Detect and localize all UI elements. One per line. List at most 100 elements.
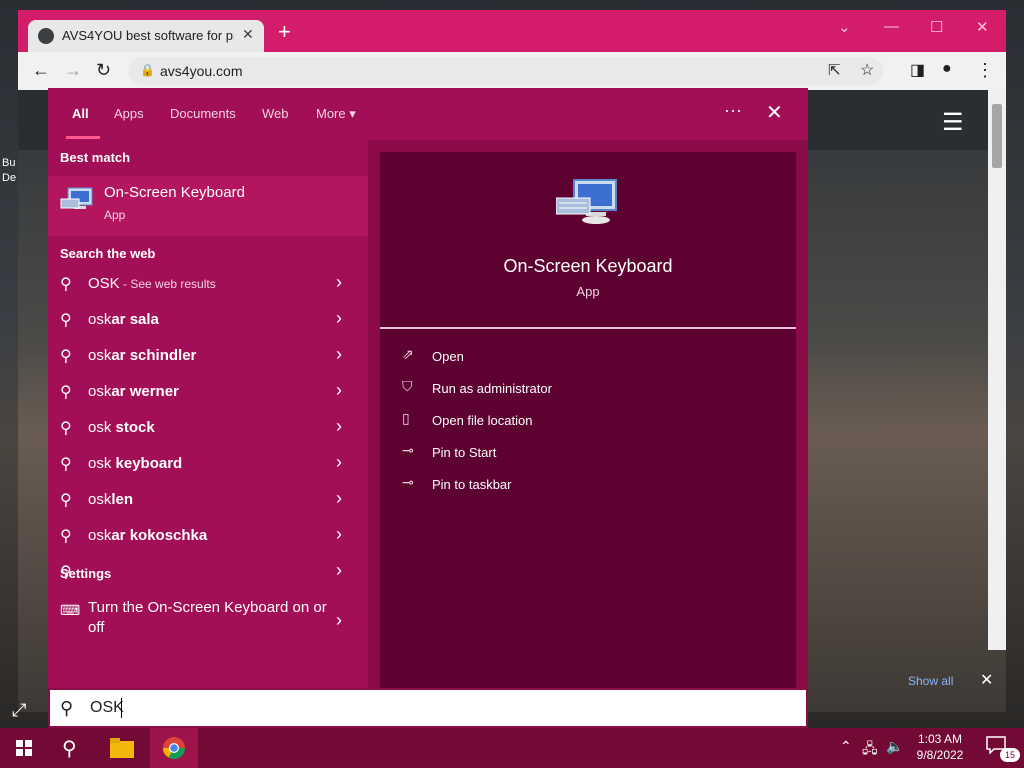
resize-icon: ⤢ (12, 700, 27, 720)
taskbar-search-button[interactable]: ⚲ (48, 728, 96, 768)
address-bar[interactable]: 🔒 avs4you.com ⇱ ☆ (128, 57, 883, 85)
chevron-right-icon[interactable]: › (336, 524, 342, 545)
globe-icon (38, 28, 54, 44)
search-icon: ⚲ (60, 698, 74, 718)
web-result[interactable]: ⚲ osklen › (48, 482, 368, 518)
browser-tab[interactable]: AVS4YOU best software for proc ✕ (28, 20, 264, 52)
close-window-button[interactable]: ✕ (976, 18, 989, 36)
search-icon: ⚲ (60, 456, 72, 473)
scrollbar-thumb[interactable] (992, 104, 1002, 168)
downloads-close-icon[interactable]: ✕ (980, 670, 993, 690)
profile-icon[interactable]: ● (942, 60, 952, 78)
close-search-icon[interactable]: ✕ (766, 100, 783, 125)
chevron-right-icon[interactable]: › (336, 272, 342, 293)
tab-close-button[interactable]: ✕ (242, 26, 254, 43)
taskbar: ⚲ ⌃ 🖧 🔈 1:03 AM 9/8/2022 15 (0, 728, 1024, 768)
chevron-right-icon[interactable]: › (336, 488, 342, 509)
chevron-up-icon[interactable]: ⌃ (840, 738, 852, 755)
volume-icon[interactable]: 🔈 (886, 738, 903, 755)
page-scrollbar[interactable] (988, 90, 1006, 650)
search-icon: ⚲ (60, 384, 72, 401)
network-icon[interactable]: 🖧 (862, 738, 878, 762)
web-result[interactable]: ⚲ oskar werner › (48, 374, 368, 410)
search-input[interactable]: ⚲ OSK (50, 690, 806, 726)
tab-more[interactable]: More ▾ (316, 106, 356, 122)
back-icon[interactable]: ← (32, 60, 50, 81)
chrome-button[interactable] (150, 728, 198, 768)
chevron-down-icon: ▾ (349, 106, 356, 121)
web-result[interactable]: ⚲ oskar kokoschka › (48, 518, 368, 554)
chevron-right-icon[interactable]: › (336, 452, 342, 473)
title-bar[interactable]: AVS4YOU best software for proc ✕ + ⌄ — ☐… (18, 10, 1006, 52)
reload-icon[interactable]: ↻ (96, 60, 111, 81)
text-cursor (121, 698, 122, 718)
tab-search-icon[interactable]: ⌄ (838, 18, 851, 36)
bookmark-star-icon[interactable]: ☆ (860, 60, 874, 80)
search-icon: ⚲ (60, 420, 72, 437)
web-result[interactable]: ⚲ OSK - See web results › (48, 266, 368, 302)
downloads-show-all-link[interactable]: Show all (908, 674, 953, 688)
windows-icon (16, 740, 32, 756)
best-match-name: On-Screen Keyboard (104, 184, 245, 201)
search-icon: ⚲ (60, 348, 72, 365)
chevron-right-icon[interactable]: › (336, 308, 342, 329)
settings-result[interactable]: ⌨ Turn the On-Screen Keyboard on or off … (48, 598, 368, 646)
url-text: avs4you.com (160, 63, 243, 79)
action-run-as-admin[interactable]: ⛉ Run as administrator (402, 376, 782, 402)
file-explorer-button[interactable] (98, 728, 146, 768)
chevron-right-icon[interactable]: › (336, 610, 342, 631)
search-icon: ⚲ (60, 528, 72, 545)
pin-icon: ⊸ (402, 474, 414, 490)
more-options-icon[interactable]: ··· (724, 100, 742, 121)
start-search-panel: All Apps Documents Web More ▾ ··· ✕ Best… (48, 88, 808, 728)
settings-result-label: Turn the On-Screen Keyboard on or off (88, 599, 327, 636)
clock-date: 9/8/2022 (916, 748, 964, 762)
file-icon: ▯ (402, 410, 410, 426)
tab-title: AVS4YOU best software for proc (62, 28, 234, 43)
action-open[interactable]: ⇗ Open (402, 344, 782, 370)
tab-all[interactable]: All (72, 106, 89, 121)
lock-icon[interactable]: 🔒 (140, 63, 155, 77)
chevron-right-icon[interactable]: › (336, 560, 342, 581)
web-result[interactable]: ⚲ osk keyboard › (48, 446, 368, 482)
new-tab-button[interactable]: + (278, 21, 291, 43)
notification-count-badge: 15 (1000, 748, 1020, 762)
search-icon: ⚲ (60, 312, 72, 329)
side-panel-icon[interactable]: ◨ (910, 60, 925, 80)
tab-documents[interactable]: Documents (170, 106, 236, 121)
preview-app-type: App (576, 284, 600, 299)
menu-kebab-icon[interactable]: ⋮ (976, 60, 994, 81)
share-icon[interactable]: ⇱ (828, 61, 841, 79)
on-screen-keyboard-icon (60, 187, 93, 209)
search-icon: ⚲ (60, 276, 72, 293)
keyboard-icon: ⌨ (60, 602, 81, 618)
tab-apps[interactable]: Apps (114, 106, 144, 121)
open-icon: ⇗ (402, 346, 414, 362)
desktop-icon-label[interactable]: Bu De (2, 156, 16, 186)
minimize-button[interactable]: — (884, 18, 899, 35)
action-pin-to-start[interactable]: ⊸ Pin to Start (402, 440, 782, 466)
web-result[interactable]: ⚲ oskar schindler › (48, 338, 368, 374)
web-result[interactable]: ⚲ oskar sala › (48, 302, 368, 338)
chevron-right-icon[interactable]: › (336, 416, 342, 437)
forward-icon[interactable]: → (64, 60, 82, 81)
best-match-item[interactable]: On-Screen Keyboard App (48, 176, 368, 236)
web-result[interactable]: ⚲ osk stock › (48, 410, 368, 446)
folder-icon (110, 738, 134, 758)
tab-web[interactable]: Web (262, 106, 289, 121)
best-match-header: Best match (60, 150, 131, 165)
results-column: Best match On-Screen Keyboard App Search… (48, 140, 368, 688)
preview-divider (380, 327, 796, 329)
search-icon: ⚲ (62, 738, 77, 760)
chevron-right-icon[interactable]: › (336, 344, 342, 365)
start-button[interactable] (0, 728, 48, 768)
hamburger-menu-icon[interactable]: ☰ (942, 108, 964, 137)
action-open-file-location[interactable]: ▯ Open file location (402, 408, 782, 434)
action-pin-to-taskbar[interactable]: ⊸ Pin to taskbar (402, 472, 782, 498)
chevron-right-icon[interactable]: › (336, 380, 342, 401)
preview-pane: On-Screen Keyboard App ⇗ Open ⛉ Run as a… (380, 152, 796, 688)
search-query: OSK (90, 699, 124, 716)
clock[interactable]: 1:03 AM 9/8/2022 (908, 731, 972, 763)
on-screen-keyboard-large-icon (556, 179, 617, 224)
maximize-button[interactable]: ☐ (930, 18, 943, 36)
